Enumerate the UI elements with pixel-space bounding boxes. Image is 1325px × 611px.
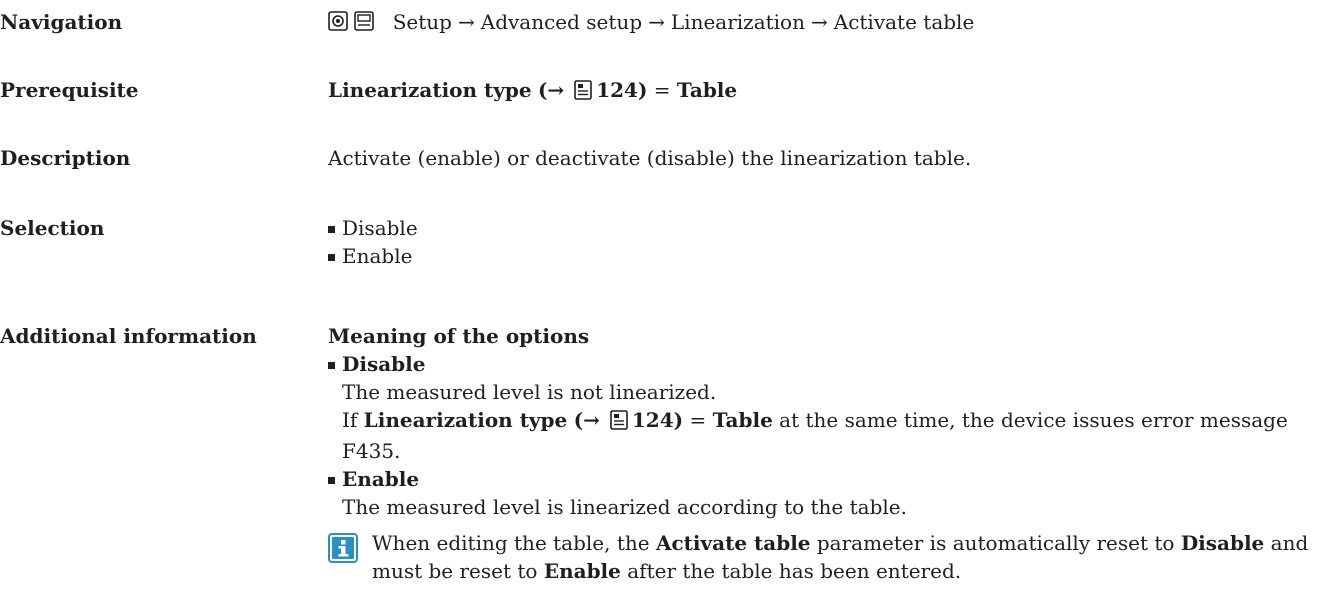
page-ref-icon — [574, 79, 592, 107]
additional-info-label: Additional information — [0, 324, 257, 348]
disable-ref-open: (→ — [573, 408, 600, 432]
description-label: Description — [0, 146, 131, 170]
navigation-path: Setup → Advanced setup → Linearization → Activ… — [328, 8, 1318, 39]
option-disable-detail: If Linearization type (→ 124) = Table at … — [328, 406, 1318, 465]
selection-option-enable: Enable — [328, 242, 1318, 270]
additional-info-content: Meaning of the options Disable The measu… — [328, 322, 1318, 585]
selection-content: Disable Enable — [328, 214, 1318, 270]
option-enable-title: Enable — [342, 467, 420, 491]
option-disable-item: Disable — [328, 350, 1318, 378]
disable-ref-page: 124 — [631, 408, 674, 432]
selection-options: Disable Enable — [328, 214, 1318, 270]
description-text: Activate (enable) or deactivate (disable… — [328, 146, 972, 170]
nav-arrow: → — [810, 10, 828, 34]
disable-if-word: If — [342, 408, 358, 432]
option-enable-line1: The measured level is linearized accordi… — [342, 495, 907, 519]
note-part2: parameter is automatically reset to — [816, 531, 1175, 555]
nav-arrow: → — [648, 10, 665, 34]
nav-step-activate-table: Activate table — [833, 10, 975, 34]
options-heading: Meaning of the options — [328, 324, 590, 348]
prerequisite-equals: = — [653, 78, 671, 102]
selection-label: Selection — [0, 216, 105, 240]
prerequisite-label: Prerequisite — [0, 78, 139, 102]
menu-icons — [328, 11, 375, 39]
nav-step-advanced-setup: Advanced setup — [480, 10, 643, 34]
disable-param: Linearization type — [363, 408, 568, 432]
note-part1: When editing the table, the — [372, 531, 650, 555]
navigation-label: Navigation — [0, 10, 123, 34]
prerequisite-ref-page: 124 — [596, 78, 638, 102]
disable-equals: = — [689, 408, 707, 432]
info-note: When editing the table, the Activate tab… — [328, 529, 1318, 585]
prerequisite-content: Linearization type (→ 124) = Table — [328, 76, 1318, 107]
note-value1: Disable — [1180, 531, 1265, 555]
selection-option-disable: Disable — [328, 214, 1318, 242]
operation-menu-icon — [328, 11, 348, 31]
note-param: Activate table — [655, 531, 811, 555]
option-disable-line1: The measured level is not linearized. — [342, 380, 717, 404]
info-icon — [328, 533, 358, 570]
options-meaning-list-2: Enable — [328, 465, 1318, 493]
prerequisite-param: Linearization type — [328, 78, 532, 102]
prerequisite-value: Table — [676, 78, 738, 102]
note-value2: Enable — [543, 559, 621, 583]
display-menu-icon — [354, 11, 375, 31]
nav-step-setup: Setup — [392, 10, 452, 34]
prerequisite-ref-close: ) — [637, 78, 648, 102]
option-disable-title: Disable — [342, 352, 426, 376]
note-part4: after the table has been entered. — [627, 559, 962, 583]
prerequisite-ref-open: (→ — [537, 78, 565, 102]
page-ref-icon — [610, 409, 628, 437]
disable-value: Table — [712, 408, 773, 432]
nav-step-linearization: Linearization — [670, 10, 805, 34]
disable-ref-close: ) — [673, 408, 684, 432]
nav-arrow: → — [457, 10, 475, 34]
option-enable-item: Enable — [328, 465, 1318, 493]
options-meaning-list: Disable — [328, 350, 1318, 378]
